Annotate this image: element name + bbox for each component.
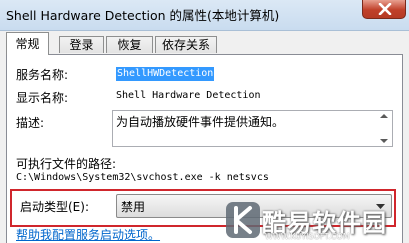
tab-strip: 常规 登录 恢复 依存关系 bbox=[0, 30, 409, 55]
startup-type-label: 启动类型(E): bbox=[20, 200, 89, 214]
close-icon bbox=[378, 3, 392, 15]
title-bar: Shell Hardware Detection 的属性(本地计算机) bbox=[0, 0, 409, 31]
service-name-label: 服务名称: bbox=[16, 68, 69, 82]
service-name-value[interactable]: ShellHWDetection bbox=[116, 67, 215, 81]
description-box[interactable]: 为自动播放硬件事件提供通知。 bbox=[112, 110, 393, 147]
executable-path-value: C:\Windows\System32\svchost.exe -k netsv… bbox=[16, 172, 269, 183]
executable-path-label: 可执行文件的路径: bbox=[16, 157, 117, 171]
scroll-down-icon[interactable] bbox=[376, 136, 392, 146]
window-title: Shell Hardware Detection 的属性(本地计算机) bbox=[6, 8, 280, 23]
display-name-label: 显示名称: bbox=[16, 91, 69, 105]
watermark-url: WWW.KUYISOFT.COM bbox=[265, 232, 350, 241]
description-label: 描述: bbox=[16, 116, 45, 130]
scroll-up-icon[interactable] bbox=[376, 111, 392, 121]
tab-dependencies[interactable]: 依存关系 bbox=[155, 36, 217, 53]
tab-recovery[interactable]: 恢复 bbox=[106, 36, 153, 53]
startup-type-value: 禁用 bbox=[121, 200, 146, 214]
display-name-value[interactable]: Shell Hardware Detection bbox=[116, 90, 261, 101]
tab-general[interactable]: 常规 bbox=[6, 32, 49, 55]
tab-logon[interactable]: 登录 bbox=[59, 36, 104, 53]
description-text: 为自动播放硬件事件提供通知。 bbox=[116, 115, 285, 129]
help-configure-startup-link[interactable]: 帮助我配置服务启动选项。 bbox=[16, 226, 160, 243]
close-button[interactable] bbox=[362, 0, 406, 19]
